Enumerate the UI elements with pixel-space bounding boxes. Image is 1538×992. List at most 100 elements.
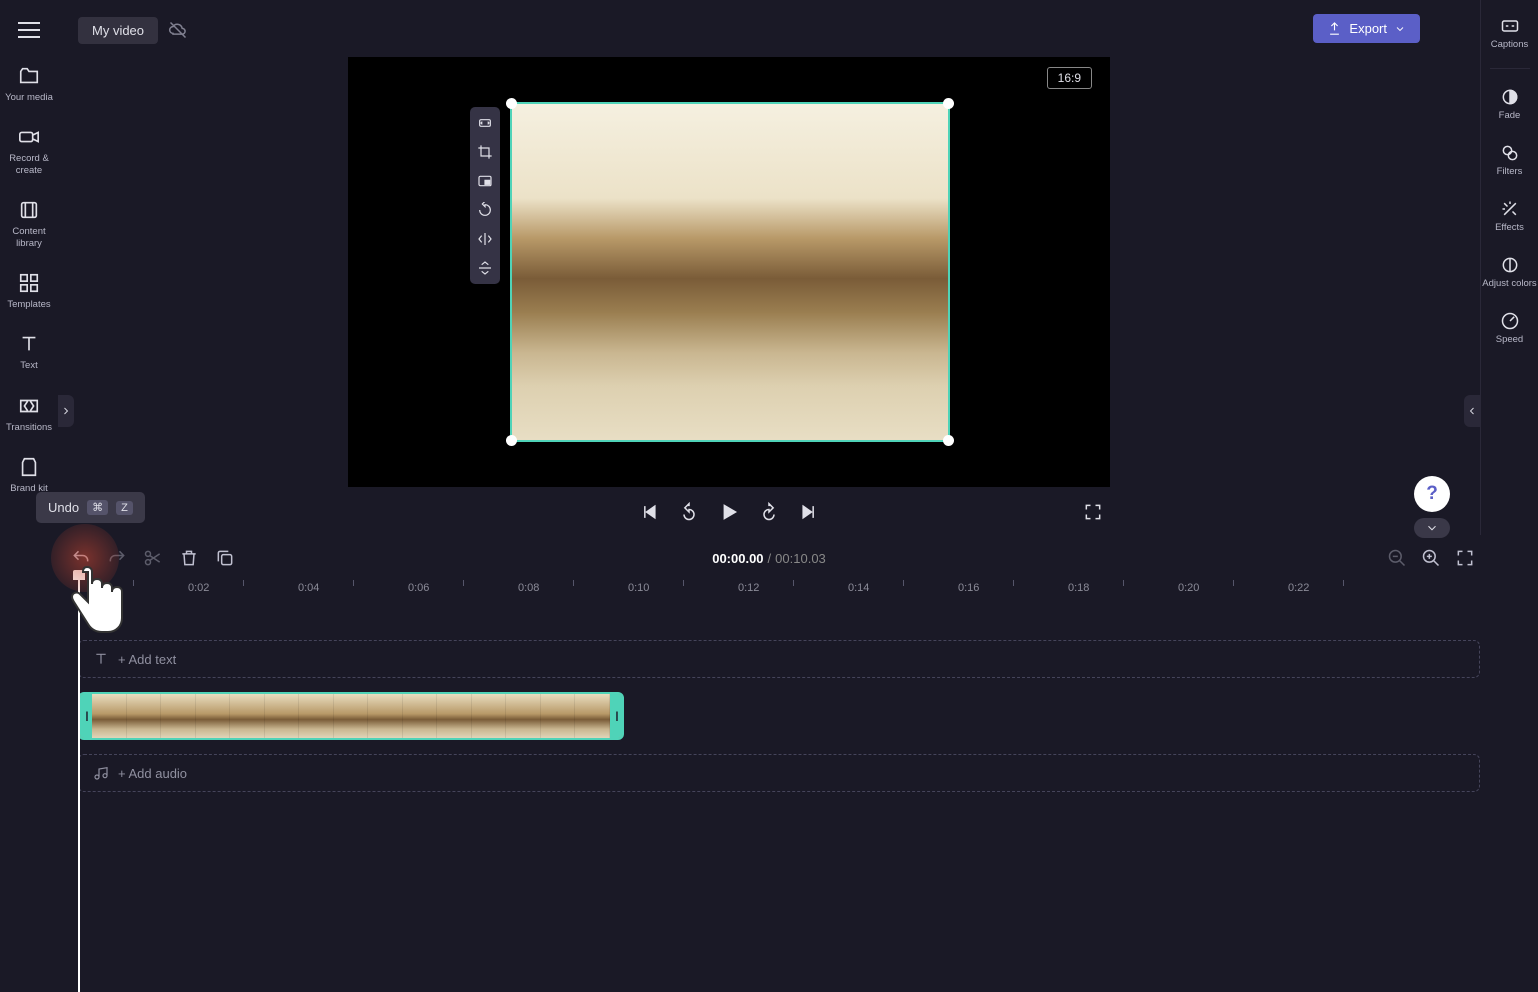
timecode-current: 00:00.00 — [712, 551, 763, 566]
text-icon — [17, 332, 41, 356]
rewind-button[interactable] — [678, 501, 700, 523]
split-button[interactable] — [142, 547, 164, 569]
sidebar-item-speed[interactable]: Speed — [1481, 307, 1538, 349]
sidebar-item-label: Filters — [1497, 167, 1523, 178]
speed-icon — [1499, 310, 1521, 332]
tooltip-label: Undo — [48, 500, 79, 515]
audio-track: + Add audio — [78, 754, 1480, 792]
sidebar-item-label: Record & create — [0, 153, 58, 176]
flip-vertical-tool[interactable] — [475, 258, 495, 278]
ruler-tick: 0:22 — [1288, 582, 1309, 594]
ruler-tick: 0:16 — [958, 582, 979, 594]
sidebar-item-effects[interactable]: Effects — [1481, 195, 1538, 237]
tooltip-key2: Z — [116, 501, 133, 515]
video-clip[interactable]: || || — [78, 692, 624, 740]
ruler-tick: 0:02 — [188, 582, 209, 594]
sidebar-item-transitions[interactable]: Transitions — [0, 392, 58, 435]
playback-controls — [348, 495, 1110, 529]
adjust-colors-icon — [1499, 254, 1521, 276]
music-icon — [93, 765, 109, 781]
clip-tools-panel — [470, 107, 500, 284]
timecode-total: 00:10.03 — [775, 551, 826, 566]
sidebar-item-content-library[interactable]: Content library — [0, 196, 58, 251]
divider — [1490, 68, 1530, 69]
ruler-tick: 0:12 — [738, 582, 759, 594]
fullscreen-button[interactable] — [1082, 501, 1104, 523]
sidebar-item-captions[interactable]: Captions — [1481, 12, 1538, 54]
video-track: || || — [78, 692, 1480, 740]
timeline-ruler[interactable]: 0:02 0:04 0:06 0:08 0:10 0:12 0:14 0:16 … — [78, 576, 1480, 600]
zoom-in-button[interactable] — [1420, 547, 1442, 569]
preview-canvas[interactable]: 16:9 — [348, 57, 1110, 487]
chevron-right-icon — [60, 405, 72, 417]
menu-button[interactable] — [15, 16, 43, 44]
crop-tool[interactable] — [475, 142, 495, 162]
sidebar-item-templates[interactable]: Templates — [0, 269, 58, 312]
clip-handle-right[interactable]: || — [610, 694, 622, 738]
sidebar-item-label: Fade — [1499, 111, 1521, 122]
undo-tooltip: Undo ⌘ Z — [36, 492, 145, 523]
text-track: + Add text — [78, 640, 1480, 678]
sidebar-item-fade[interactable]: Fade — [1481, 83, 1538, 125]
sidebar-item-label: Adjust colors — [1482, 279, 1536, 290]
zoom-fit-button[interactable] — [1454, 547, 1476, 569]
resize-handle-br[interactable] — [943, 435, 954, 446]
templates-icon — [17, 271, 41, 295]
sidebar-item-label: Text — [18, 360, 39, 371]
upload-icon — [1327, 21, 1342, 36]
sidebar-item-filters[interactable]: Filters — [1481, 139, 1538, 181]
selected-clip-frame[interactable] — [510, 102, 950, 442]
sidebar-item-label: Effects — [1495, 223, 1524, 234]
sidebar-item-label: Speed — [1496, 335, 1523, 346]
timeline-tracks: + Add text || || + Add audio — [78, 606, 1480, 792]
fit-tool[interactable] — [475, 113, 495, 133]
resize-handle-tr[interactable] — [943, 98, 954, 109]
sidebar-item-adjust-colors[interactable]: Adjust colors — [1481, 251, 1538, 293]
flip-horizontal-tool[interactable] — [475, 229, 495, 249]
ruler-tick: 0:04 — [298, 582, 319, 594]
sidebar-item-label: Content library — [0, 226, 58, 249]
add-text-button[interactable]: + Add text — [78, 640, 1480, 678]
expand-left-panel-button[interactable] — [58, 395, 74, 427]
sidebar-item-record-create[interactable]: Record & create — [0, 123, 58, 178]
add-audio-button[interactable]: + Add audio — [78, 754, 1480, 792]
ruler-tick: 0:06 — [408, 582, 429, 594]
pip-tool[interactable] — [475, 171, 495, 191]
ruler-tick: 0:08 — [518, 582, 539, 594]
play-button[interactable] — [718, 501, 740, 523]
chevron-down-icon — [1394, 23, 1406, 35]
captions-icon — [1499, 15, 1521, 37]
sidebar-item-brand-kit[interactable]: Brand kit — [0, 453, 58, 496]
zoom-out-button[interactable] — [1386, 547, 1408, 569]
sidebar-item-label: Captions — [1491, 40, 1529, 51]
skip-start-button[interactable] — [638, 501, 660, 523]
resize-handle-tl[interactable] — [506, 98, 517, 109]
skip-end-button[interactable] — [798, 501, 820, 523]
forward-button[interactable] — [758, 501, 780, 523]
project-title[interactable]: My video — [78, 17, 158, 44]
export-label: Export — [1349, 21, 1387, 36]
sidebar-item-your-media[interactable]: Your media — [0, 62, 58, 105]
duplicate-button[interactable] — [214, 547, 236, 569]
collapse-right-panel-button[interactable] — [1464, 395, 1480, 427]
cloud-off-icon[interactable] — [168, 20, 188, 40]
add-audio-label: + Add audio — [118, 766, 187, 781]
export-button[interactable]: Export — [1313, 14, 1420, 43]
right-sidebar: Captions Fade Filters Effects Adjust col… — [1480, 0, 1538, 535]
aspect-ratio-button[interactable]: 16:9 — [1047, 67, 1092, 89]
help-collapse-button[interactable] — [1414, 518, 1450, 538]
sidebar-item-label: Transitions — [4, 422, 54, 433]
chevron-down-icon — [1425, 521, 1439, 535]
brand-kit-icon — [17, 455, 41, 479]
resize-handle-bl[interactable] — [506, 435, 517, 446]
effects-icon — [1499, 198, 1521, 220]
help-button[interactable]: ? — [1414, 476, 1450, 512]
delete-button[interactable] — [178, 547, 200, 569]
sidebar-item-label: Templates — [5, 299, 52, 310]
left-sidebar: Your media Record & create Content libra… — [0, 0, 58, 866]
rotate-tool[interactable] — [475, 200, 495, 220]
sidebar-item-text[interactable]: Text — [0, 330, 58, 373]
clip-handle-left[interactable]: || — [80, 694, 92, 738]
ruler-tick: 0:14 — [848, 582, 869, 594]
filters-icon — [1499, 142, 1521, 164]
